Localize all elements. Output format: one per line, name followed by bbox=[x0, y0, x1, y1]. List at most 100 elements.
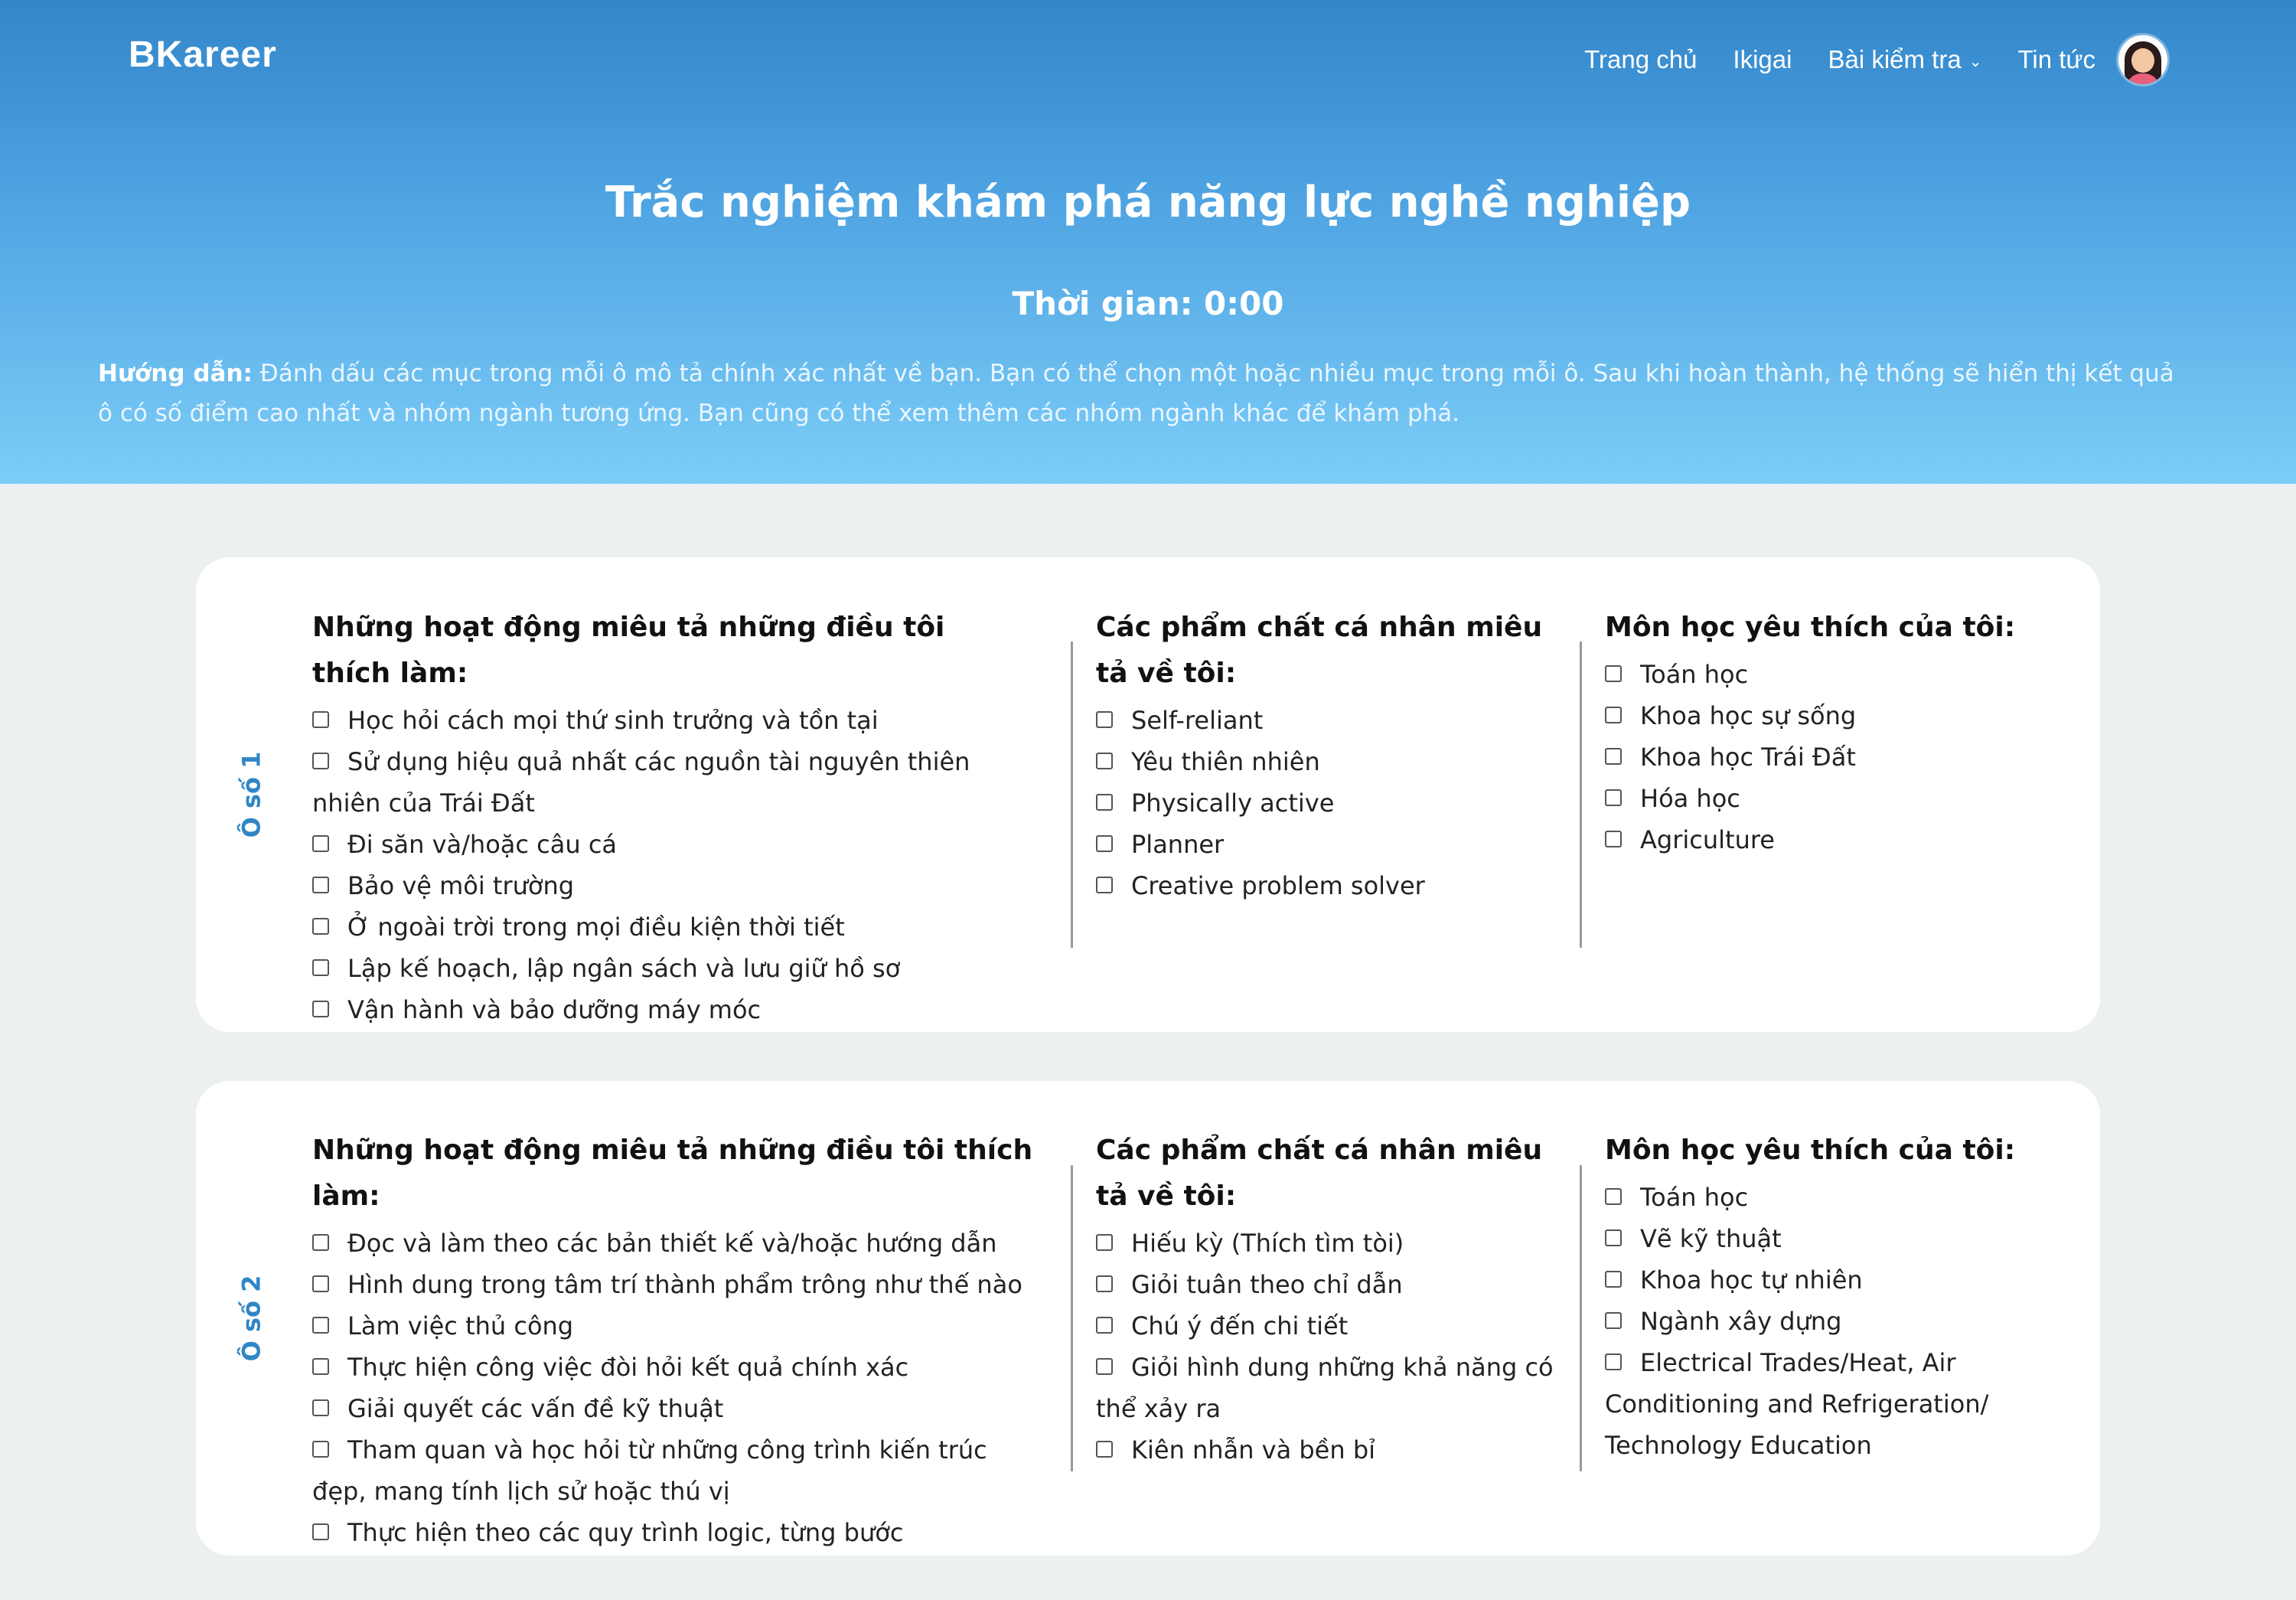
checkbox[interactable] bbox=[1096, 877, 1113, 893]
user-avatar[interactable] bbox=[2118, 35, 2167, 84]
checkbox[interactable] bbox=[312, 1441, 329, 1458]
brand-logo[interactable]: BKareer bbox=[129, 34, 277, 76]
activities-title: Những hoạt động miêu tả những điều tôi t… bbox=[312, 612, 945, 689]
checkbox[interactable] bbox=[312, 1399, 329, 1416]
checkbox[interactable] bbox=[312, 877, 329, 893]
nav-home[interactable]: Trang chủ bbox=[1584, 45, 1697, 74]
checkbox-item[interactable]: Vận hành và bảo dưỡng máy móc bbox=[312, 989, 1032, 1030]
subjects-title: Môn học yêu thích của tôi: bbox=[1605, 612, 2016, 643]
checkbox[interactable] bbox=[1096, 1317, 1113, 1334]
checkbox-item[interactable]: Ngành xây dựng bbox=[1605, 1301, 2033, 1342]
checkbox[interactable] bbox=[1096, 1275, 1113, 1292]
nav-tests-dropdown[interactable]: Bài kiểm tra ⌄ bbox=[1828, 45, 1981, 74]
checkbox-item[interactable]: Khoa học Trái Đất bbox=[1605, 736, 2033, 778]
activities-column-1: Những hoạt động miêu tả những điều tôi t… bbox=[312, 605, 1032, 1030]
checkbox-item[interactable]: Vẽ kỹ thuật bbox=[1605, 1218, 2033, 1259]
checkbox-item[interactable]: Giỏi hình dung những khả năng có thể xảy… bbox=[1096, 1347, 1555, 1429]
nav-tests-label: Bài kiểm tra bbox=[1828, 45, 1962, 73]
subjects-column-2: Môn học yêu thích của tôi: Toán học Vẽ k… bbox=[1605, 1128, 2033, 1466]
nav-ikigai[interactable]: Ikigai bbox=[1733, 45, 1792, 74]
checkbox[interactable] bbox=[1605, 665, 1622, 682]
checkbox-item[interactable]: Physically active bbox=[1096, 782, 1555, 824]
checkbox-item[interactable]: Thực hiện công việc đòi hỏi kết quả chín… bbox=[312, 1347, 1047, 1388]
checkbox[interactable] bbox=[312, 711, 329, 728]
checkbox[interactable] bbox=[312, 1234, 329, 1251]
activities-column-2: Những hoạt động miêu tả những điều tôi t… bbox=[312, 1128, 1047, 1553]
checkbox[interactable] bbox=[1605, 707, 1622, 723]
checkbox[interactable] bbox=[1605, 1229, 1622, 1246]
main-nav: Trang chủ Ikigai Bài kiểm tra ⌄ Tin tức bbox=[1548, 35, 2167, 84]
checkbox[interactable] bbox=[312, 959, 329, 976]
checkbox-item[interactable]: Khoa học tự nhiên bbox=[1605, 1259, 2033, 1301]
nav-ikigai-label: Ikigai bbox=[1733, 45, 1792, 73]
checkbox-item[interactable]: Đi săn và/hoặc câu cá bbox=[312, 824, 1032, 865]
checkbox[interactable] bbox=[1096, 711, 1113, 728]
column-divider bbox=[1580, 1165, 1582, 1471]
checkbox-item[interactable]: Creative problem solver bbox=[1096, 865, 1555, 906]
checkbox[interactable] bbox=[1605, 1353, 1622, 1370]
checkbox[interactable] bbox=[1096, 794, 1113, 811]
checkbox-item[interactable]: Sử dụng hiệu quả nhất các nguồn tài nguy… bbox=[312, 741, 1032, 824]
checkbox-item[interactable]: Đọc và làm theo các bản thiết kế và/hoặc… bbox=[312, 1223, 1047, 1264]
checkbox-item[interactable]: Electrical Trades/Heat, Air Conditioning… bbox=[1605, 1342, 2033, 1466]
checkbox-item[interactable]: Hóa học bbox=[1605, 778, 2033, 819]
checkbox-item[interactable]: Hiếu kỳ (Thích tìm tòi) bbox=[1096, 1223, 1555, 1264]
checkbox[interactable] bbox=[1605, 831, 1622, 847]
checkbox[interactable] bbox=[312, 835, 329, 852]
checkbox[interactable] bbox=[312, 753, 329, 769]
nav-news[interactable]: Tin tức bbox=[2017, 45, 2095, 74]
checkbox[interactable] bbox=[1605, 789, 1622, 806]
nav-news-label: Tin tức bbox=[2017, 45, 2095, 73]
checkbox-item[interactable]: Khoa học sự sống bbox=[1605, 695, 2033, 736]
checkbox-item[interactable]: Planner bbox=[1096, 824, 1555, 865]
column-divider bbox=[1580, 642, 1582, 948]
page-title: Trắc nghiệm khám phá năng lực nghề nghiệ… bbox=[605, 178, 1691, 227]
checkbox-item[interactable]: Làm việc thủ công bbox=[312, 1305, 1047, 1347]
checkbox[interactable] bbox=[312, 1317, 329, 1334]
instructions-label: Hướng dẫn: bbox=[98, 360, 253, 387]
chevron-down-icon: ⌄ bbox=[1968, 53, 1982, 70]
checkbox[interactable] bbox=[312, 1358, 329, 1375]
checkbox[interactable] bbox=[312, 918, 329, 935]
checkbox-item[interactable]: Bảo vệ môi trường bbox=[312, 865, 1032, 906]
checkbox-item[interactable]: Lập kế hoạch, lập ngân sách và lưu giữ h… bbox=[312, 948, 1032, 989]
checkbox-item[interactable]: Self-reliant bbox=[1096, 700, 1555, 741]
qualities-title: Các phẩm chất cá nhân miêu tả về tôi: bbox=[1096, 612, 1543, 689]
checkbox-item[interactable]: Thực hiện theo các quy trình logic, từng… bbox=[312, 1512, 1047, 1553]
checkbox-item[interactable]: Yêu thiên nhiên bbox=[1096, 741, 1555, 782]
qualities-column-1: Các phẩm chất cá nhân miêu tả về tôi: Se… bbox=[1096, 605, 1555, 906]
box-label-1: Ô số 1 bbox=[236, 751, 266, 838]
hero-header: BKareer Trang chủ Ikigai Bài kiểm tra ⌄ T… bbox=[0, 0, 2296, 484]
checkbox-item[interactable]: Toán học bbox=[1605, 654, 2033, 695]
qualities-title: Các phẩm chất cá nhân miêu tả về tôi: bbox=[1096, 1135, 1543, 1212]
instructions: Hướng dẫn: Đánh dấu các mục trong mỗi ô … bbox=[98, 354, 2180, 433]
checkbox[interactable] bbox=[312, 1523, 329, 1540]
checkbox-item[interactable]: Agriculture bbox=[1605, 819, 2033, 860]
checkbox[interactable] bbox=[312, 1275, 329, 1292]
checkbox-item[interactable]: Ở ngoài trời trong mọi điều kiện thời ti… bbox=[312, 906, 1032, 948]
checkbox-item[interactable]: Giải quyết các vấn đề kỹ thuật bbox=[312, 1388, 1047, 1429]
checkbox-item[interactable]: Kiên nhẫn và bền bỉ bbox=[1096, 1429, 1555, 1471]
checkbox[interactable] bbox=[312, 1001, 329, 1017]
checkbox[interactable] bbox=[1605, 748, 1622, 765]
checkbox[interactable] bbox=[1096, 753, 1113, 769]
column-divider bbox=[1071, 642, 1073, 948]
checkbox[interactable] bbox=[1605, 1188, 1622, 1205]
box-label-2: Ô số 2 bbox=[236, 1275, 266, 1362]
checkbox[interactable] bbox=[1605, 1312, 1622, 1329]
checkbox-item[interactable]: Chú ý đến chi tiết bbox=[1096, 1305, 1555, 1347]
subjects-column-1: Môn học yêu thích của tôi: Toán học Khoa… bbox=[1605, 605, 2033, 860]
activities-title: Những hoạt động miêu tả những điều tôi t… bbox=[312, 1135, 1033, 1212]
checkbox-item[interactable]: Hình dung trong tâm trí thành phẩm trông… bbox=[312, 1264, 1047, 1305]
timer: Thời gian: 0:00 bbox=[1012, 285, 1284, 322]
checkbox[interactable] bbox=[1605, 1271, 1622, 1288]
subjects-title: Môn học yêu thích của tôi: bbox=[1605, 1135, 2016, 1166]
checkbox-item[interactable]: Tham quan và học hỏi từ những công trình… bbox=[312, 1429, 1047, 1512]
checkbox-item[interactable]: Học hỏi cách mọi thứ sinh trưởng và tồn … bbox=[312, 700, 1032, 741]
checkbox[interactable] bbox=[1096, 1441, 1113, 1458]
checkbox-item[interactable]: Toán học bbox=[1605, 1177, 2033, 1218]
checkbox[interactable] bbox=[1096, 1234, 1113, 1251]
checkbox[interactable] bbox=[1096, 835, 1113, 852]
checkbox-item[interactable]: Giỏi tuân theo chỉ dẫn bbox=[1096, 1264, 1555, 1305]
checkbox[interactable] bbox=[1096, 1358, 1113, 1375]
